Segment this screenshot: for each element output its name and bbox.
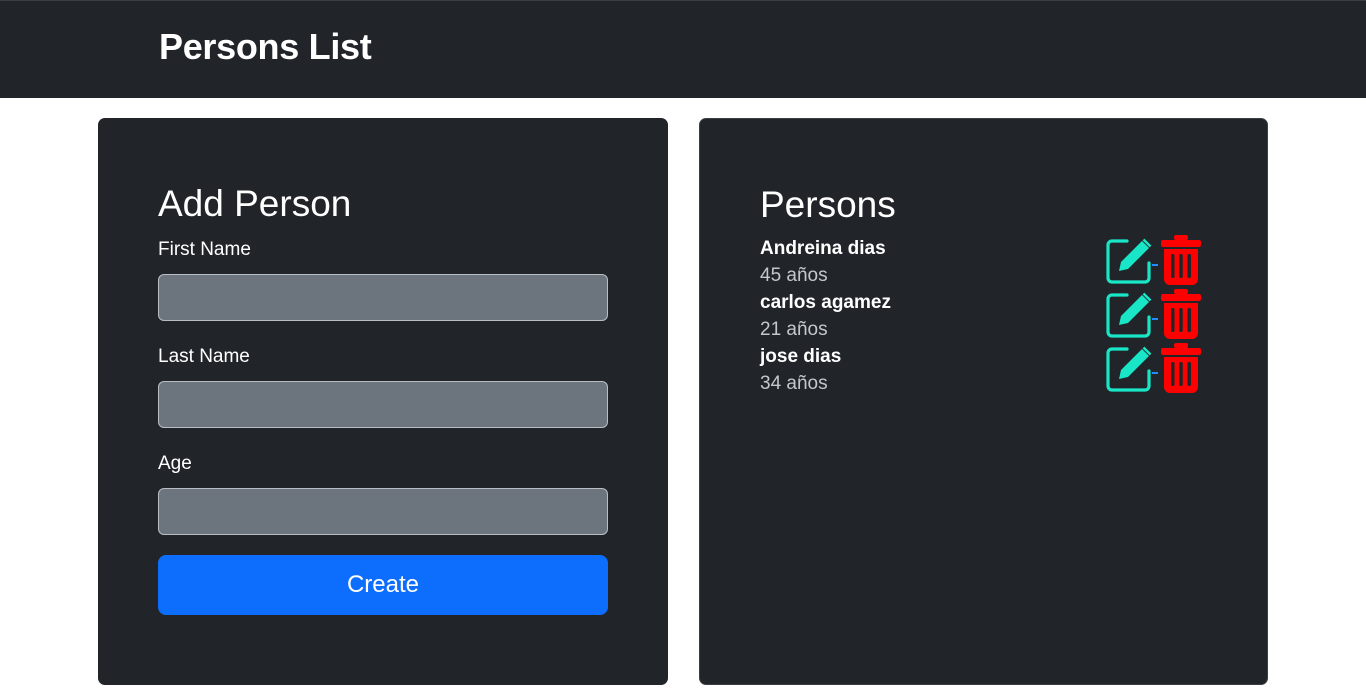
trash-icon[interactable]	[1160, 289, 1202, 339]
action-separator	[1152, 372, 1158, 374]
add-person-card: Add Person First Name Last Name Age Crea…	[98, 118, 668, 685]
person-actions	[1105, 289, 1205, 339]
persons-heading: Persons	[760, 184, 896, 225]
persons-list: Andreina dias 45 años carlos agamez 21 a…	[760, 235, 1210, 397]
pencil-square-icon[interactable]	[1105, 291, 1153, 339]
person-name: jose dias	[760, 346, 842, 367]
app-title: Persons List	[159, 26, 372, 67]
list-item: Andreina dias 45 años	[760, 235, 1210, 289]
person-name: Andreina dias	[760, 238, 886, 259]
action-separator	[1152, 264, 1158, 266]
last-name-label: Last Name	[158, 346, 250, 367]
list-item: carlos agamez 21 años	[760, 289, 1210, 343]
person-age: 34 años	[760, 373, 828, 394]
pencil-square-icon[interactable]	[1105, 237, 1153, 285]
person-age: 21 años	[760, 319, 828, 340]
pencil-square-icon[interactable]	[1105, 345, 1153, 393]
person-age: 45 años	[760, 265, 828, 286]
first-name-input[interactable]	[158, 274, 608, 321]
person-actions	[1105, 235, 1205, 285]
list-item: jose dias 34 años	[760, 343, 1210, 397]
age-input[interactable]	[158, 488, 608, 535]
person-name: carlos agamez	[760, 292, 891, 313]
top-navbar: Persons List	[0, 0, 1366, 98]
first-name-label: First Name	[158, 239, 251, 260]
trash-icon[interactable]	[1160, 235, 1202, 285]
create-button[interactable]: Create	[158, 555, 608, 615]
age-label: Age	[158, 453, 192, 474]
trash-icon[interactable]	[1160, 343, 1202, 393]
persons-card: Persons Andreina dias 45 años carlos aga…	[699, 118, 1268, 685]
add-person-heading: Add Person	[158, 183, 352, 224]
last-name-input[interactable]	[158, 381, 608, 428]
person-actions	[1105, 343, 1205, 393]
action-separator	[1152, 318, 1158, 320]
